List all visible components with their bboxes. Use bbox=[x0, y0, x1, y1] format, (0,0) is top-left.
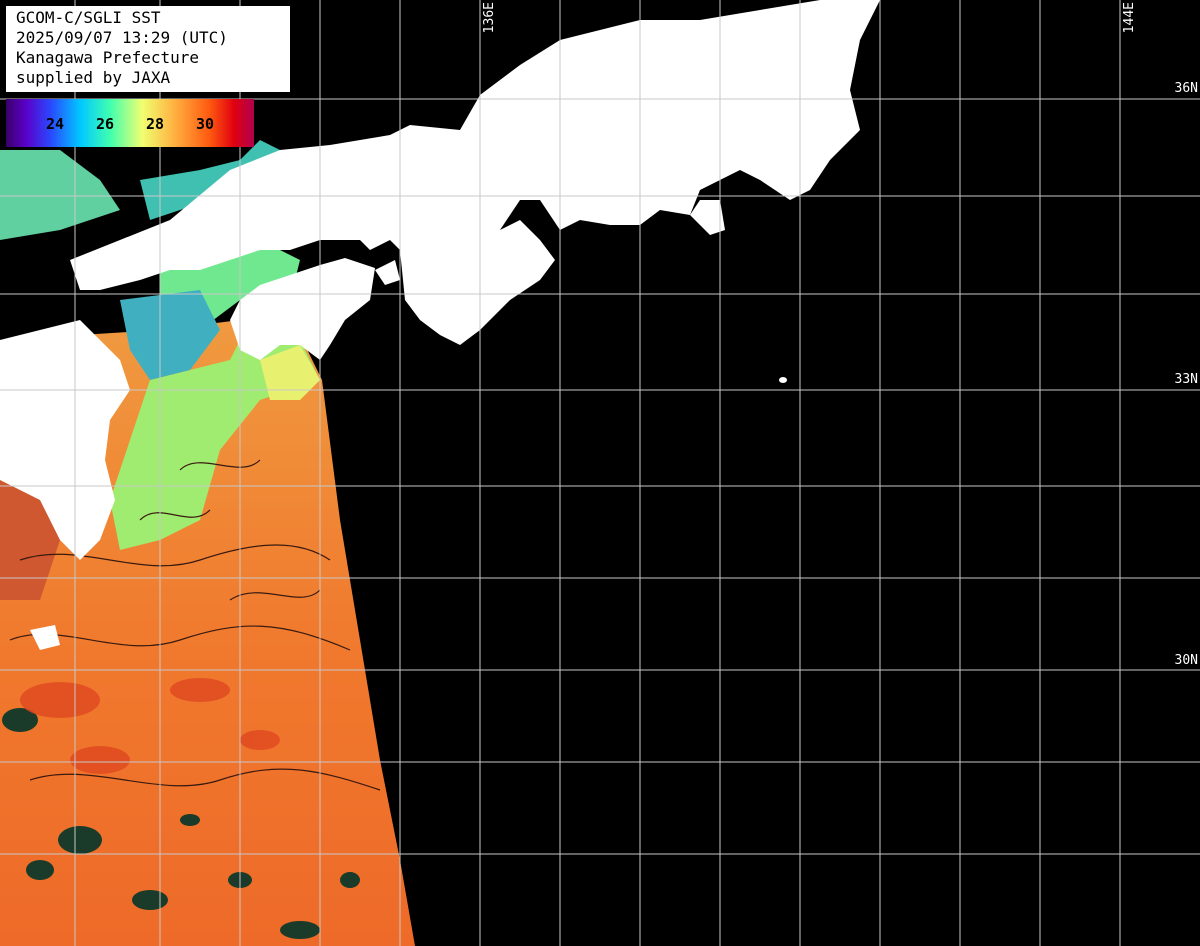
sst-north-patches bbox=[0, 150, 120, 240]
info-satellite: GCOM-C/SGLI SST bbox=[16, 8, 161, 27]
info-box: GCOM-C/SGLI SST 2025/09/07 13:29 (UTC) K… bbox=[6, 6, 290, 92]
lat-label-33n: 33N bbox=[1174, 372, 1198, 387]
sst-colorbar: 24 26 28 30 bbox=[6, 99, 254, 147]
land-small-island bbox=[779, 377, 787, 383]
info-supplier: supplied by JAXA bbox=[16, 68, 171, 87]
colorbar-tick-30: 30 bbox=[196, 115, 215, 133]
colorbar-tick-28: 28 bbox=[146, 115, 165, 133]
lon-label-144e: 144E bbox=[1122, 2, 1137, 34]
lat-label-36n: 36N bbox=[1174, 81, 1198, 96]
colorbar-tick-24: 24 bbox=[46, 115, 65, 133]
lon-label-136e: 136E bbox=[482, 2, 497, 34]
land-small-island-2 bbox=[5, 372, 25, 388]
info-datetime: 2025/09/07 13:29 (UTC) bbox=[16, 28, 228, 47]
colorbar-tick-26: 26 bbox=[96, 115, 115, 133]
lat-label-30n: 30N bbox=[1174, 653, 1198, 668]
info-prefecture: Kanagawa Prefecture bbox=[16, 48, 200, 67]
land-awaji bbox=[375, 260, 400, 285]
